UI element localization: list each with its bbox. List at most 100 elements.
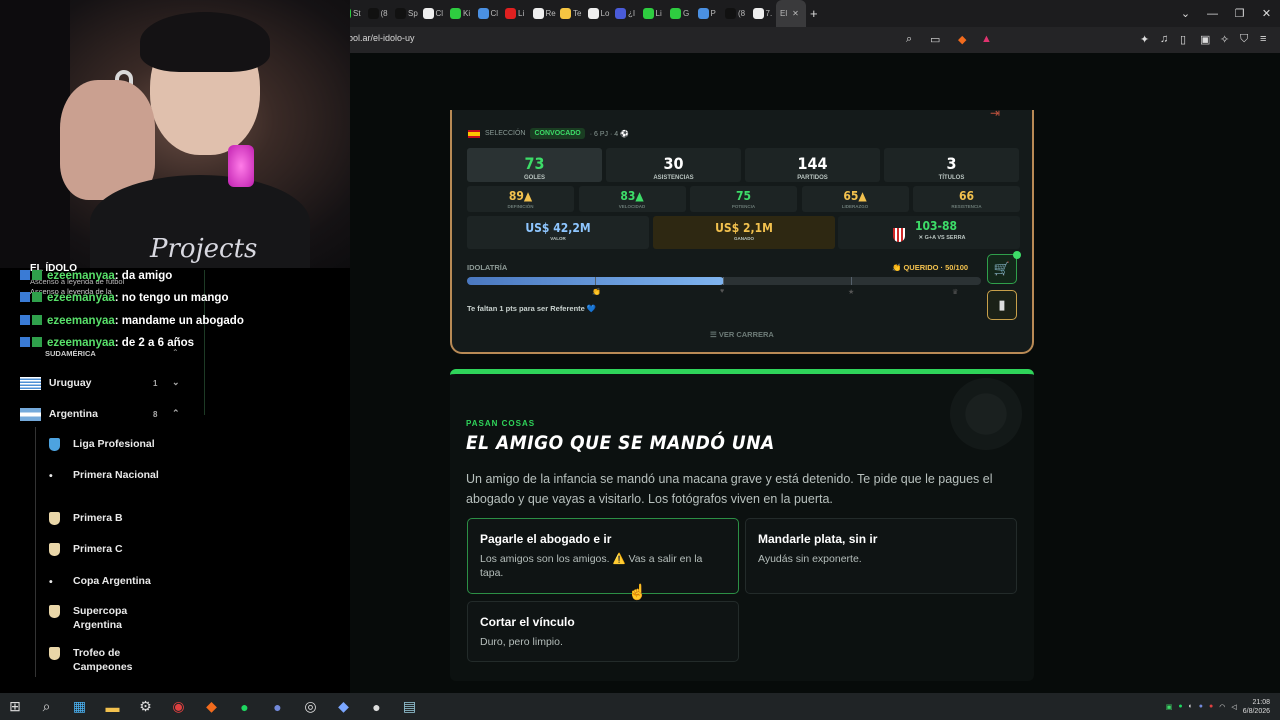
league-item[interactable]: Primera C [49,542,159,556]
browser-tab[interactable]: Cl [419,0,447,27]
shop-button[interactable]: 🛒 [987,254,1017,284]
browser-tab[interactable]: Cl [474,0,502,27]
url-field[interactable]: bol.ar/el-idolo-uy [348,33,415,43]
attribute-label: RESISTENCIA [951,204,982,209]
tray-icon[interactable]: ● [1209,703,1213,710]
tab-title: Te [573,9,582,18]
option-send-money[interactable]: Mandarle plata, sin ir Ayudás sin expone… [745,518,1017,594]
crown-marker-icon: ♛ [952,289,959,296]
extensions-icon[interactable]: ✦ [1140,33,1149,46]
browser-tab[interactable]: (8 [721,0,749,27]
league-item[interactable]: Liga Profesional [49,437,159,451]
browser-tab[interactable]: Ki [446,0,474,27]
browser-tab[interactable]: Li [639,0,667,27]
league-name: Liga Profesional [73,438,155,450]
taskbar-app[interactable]: ⚙ [129,693,162,720]
taskbar-app[interactable]: ● [360,693,393,720]
browser-tab-active[interactable]: El ✕ [776,0,806,27]
webcam-hair [140,12,270,72]
taskbar-app[interactable]: ● [228,693,261,720]
restore-button[interactable]: ❐ [1226,7,1253,20]
taskbar-app[interactable]: ▬ [96,693,129,720]
option-pay-lawyer[interactable]: Pagarle el abogado e ir Los amigos son l… [467,518,739,594]
zoom-icon[interactable]: ⌕ [906,33,912,46]
tab-title: ¿I [628,9,636,18]
taskbar-app[interactable]: ◆ [327,693,360,720]
menu-icon[interactable]: ≡ [1260,33,1266,45]
obs-icon: ◎ [304,698,317,714]
stat-value: 30 [663,154,684,173]
wifi-icon[interactable]: ◠ [1219,703,1225,711]
new-tab-button[interactable]: + [806,0,834,27]
minimize-button[interactable]: — [1199,8,1226,20]
tab-favicon-icon [697,8,709,19]
league-item[interactable]: • Primera Nacional [49,468,159,482]
attribute-box: 83▲ VELOCIDAD [578,186,686,212]
option-title: Cortar el vínculo [480,615,575,629]
selection-stats: · 6 PJ · 4 ⚽ [589,130,629,138]
wallet-icon[interactable]: ▣ [1200,33,1210,46]
league-item[interactable]: Supercopa Argentina [49,604,159,632]
rewards-icon[interactable]: ▲ [981,33,992,45]
mouse-cursor-icon: ☝ [628,584,647,601]
tab-favicon-icon [422,8,434,19]
leo-icon[interactable]: ✧ [1220,33,1229,46]
taskbar-app[interactable]: ◉ [162,693,195,720]
taskbar-app[interactable]: ● [261,693,294,720]
option-cut-ties[interactable]: Cortar el vínculo Duro, pero limpio. [467,601,739,662]
browser-tab[interactable]: Lo [584,0,612,27]
selection-label: SELECCIÓN [485,130,526,137]
sidebar-toggle-icon[interactable]: ▯ [1180,33,1186,46]
view-career-link[interactable]: ☰ VER CARRERA [710,330,774,339]
volume-icon[interactable]: ◁ [1231,703,1236,711]
chat-text: : da amigo [114,270,173,282]
screen-icon[interactable]: ▭ [930,33,940,46]
vpn-icon[interactable]: ⛉ [1240,33,1248,46]
taskbar-app[interactable]: ◆ [195,693,228,720]
browser-tab[interactable]: Li [501,0,529,27]
chat-username: ezeemanyaa [47,292,115,304]
record-box: 103-88 ✕ G+A VS SERRA [838,216,1020,249]
stat-label: PARTIDOS [797,175,828,181]
logout-icon[interactable]: ⇥ [990,106,1000,120]
tab-search-icon[interactable]: ⌄ [1172,7,1199,20]
phone-button[interactable]: ▮ [987,290,1017,320]
league-item[interactable]: • Copa Argentina [49,574,159,588]
tray-icon[interactable]: ◐ [1189,703,1193,710]
tray-icon[interactable]: ▣ [1166,703,1173,711]
browser-tab[interactable]: ¿I [611,0,639,27]
option-desc: Los amigos son los amigos. ⚠️ Vas a sali… [480,553,703,579]
tray-icon[interactable]: ● [1178,703,1182,710]
idolatria-label: IDOLATRÍA [467,263,508,272]
close-tab-icon[interactable]: ✕ [792,9,799,18]
clock[interactable]: 21:08 6/8/2026 [1243,698,1270,716]
league-item[interactable]: Primera B [49,511,159,525]
media-icon[interactable]: ♫ [1160,33,1168,45]
taskbar-app[interactable]: ▤ [393,693,426,720]
attribute-box: 89▲ DEFINICIÓN [467,186,574,212]
taskbar-app[interactable]: ◎ [294,693,327,720]
browser-tab[interactable]: P [694,0,722,27]
browser-tab[interactable]: G [666,0,694,27]
close-window-button[interactable]: ✕ [1253,7,1280,20]
taskbar-app[interactable]: ▦ [63,693,96,720]
stat-box: 3 TÍTULOS [884,148,1019,182]
tab-favicon-icon [450,8,461,19]
league-item[interactable]: Trofeo de Campeones [49,646,159,674]
search-button[interactable]: ⌕ [30,693,63,720]
browser-tab[interactable]: Sp [391,0,419,27]
country-argentina[interactable]: Argentina 8 ⌃ [20,408,200,421]
start-button[interactable]: ⊞ [0,693,30,720]
browser-tab[interactable]: Re [529,0,557,27]
country-uruguay[interactable]: Uruguay 1 ⌄ [20,377,200,390]
tab-title: Cl [435,9,444,18]
tab-title: El [780,9,788,18]
browser-tab[interactable]: Te [556,0,584,27]
browser-tab[interactable]: 7. [749,0,777,27]
attribute-value: 83▲ [620,189,644,203]
notification-dot [1013,251,1021,259]
browser-tab[interactable]: (8 [364,0,392,27]
tray-icon[interactable]: ● [1199,703,1203,710]
brave-shield-icon[interactable]: ◆ [958,33,966,46]
region-collapse-icon[interactable]: ⌃ [172,348,179,357]
